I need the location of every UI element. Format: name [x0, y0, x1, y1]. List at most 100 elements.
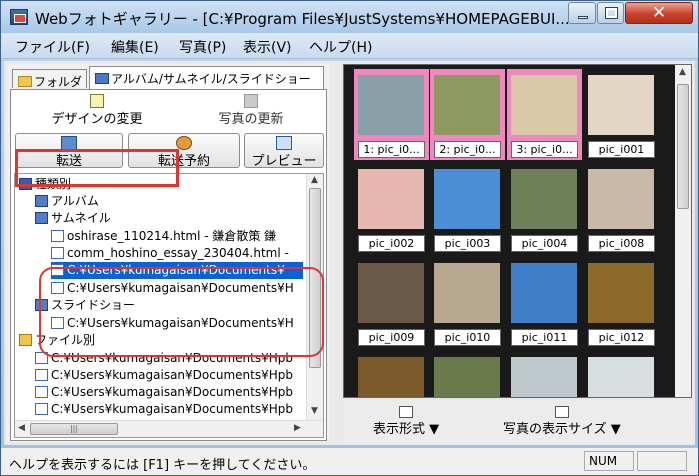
thumbnail-item[interactable]: pic_i012 [584, 257, 659, 348]
thumbnail-item[interactable] [584, 351, 659, 397]
thumbnail-item[interactable]: pic_i003 [430, 163, 505, 254]
close-button[interactable]: ✕ [625, 2, 693, 24]
tab-folder[interactable]: フォルダ [12, 69, 87, 88]
thumbnail-item[interactable]: pic_i011 [507, 257, 582, 348]
thumbnail-item[interactable] [507, 351, 582, 397]
gallery-toolbar: 表示形式 ▼ 写真の表示サイズ ▼ [343, 400, 692, 444]
thumbnail-label: 1: pic_i0... [358, 141, 425, 158]
thumbnail-item[interactable]: pic_i004 [507, 163, 582, 254]
folder-icon [19, 334, 32, 346]
scroll-left-icon[interactable]: ◀ [18, 423, 25, 433]
thumbnail-image [358, 75, 424, 135]
maximize-button[interactable] [597, 2, 624, 24]
preview-label: プレビュー [251, 154, 317, 169]
status-bar: ヘルプを表示するには [F1] キーを押してください。 NUM [1, 447, 698, 475]
tree-label: C:¥Users¥kumagaisan¥Documents¥Hpb [51, 385, 293, 399]
highlight-oval-thumbnail [39, 267, 324, 357]
thumbnail-label: pic_i010 [434, 329, 501, 346]
upload-icon [61, 136, 77, 150]
design-label: デザインの変更 [51, 112, 143, 127]
tree-node[interactable]: C:¥Users¥kumagaisan¥Documents¥Hpb [35, 367, 293, 384]
maximize-icon [605, 7, 618, 19]
tree-label: oshirase_110214.html - 鎌倉散策 鎌 [67, 229, 277, 243]
tab-content: デザインの変更 写真の更新 転送 転送予約 プレビュー 種類別 アルバム サムネ… [10, 89, 327, 441]
thumbnail-item[interactable] [354, 351, 429, 397]
display-format-button[interactable]: 表示形式 ▼ [373, 406, 439, 437]
tree-node[interactable]: C:¥Users¥kumagaisan¥Documents¥Hpb [35, 401, 293, 418]
thumbnail-label: pic_i009 [358, 329, 425, 346]
menu-file[interactable]: ファイル(F) [15, 37, 90, 57]
scroll-right-icon[interactable]: ▶ [294, 423, 301, 433]
thumbnail-image [434, 75, 500, 135]
menu-bar: ファイル(F) 編集(E) 写真(P) 表示(V) ヘルプ(H) [1, 33, 698, 59]
thumbnail-item[interactable] [430, 351, 505, 397]
tree-horizontal-thumb[interactable]: ||| [30, 423, 118, 435]
thumbnail-item[interactable]: pic_i009 [354, 257, 429, 348]
gallery-scrollbar[interactable]: ▲ [675, 65, 691, 397]
thumbnail-item[interactable]: pic_i010 [430, 257, 505, 348]
tab-album-label: アルバム/サムネイル/スライドショー [111, 72, 311, 86]
preview-button[interactable]: プレビュー [244, 133, 324, 169]
status-text: ヘルプを表示するには [F1] キーを押してください。 [9, 458, 316, 473]
thumbnail-image [511, 75, 577, 135]
title-bar[interactable]: Webフォトギャラリー - [C:¥Program Files¥JustSyst… [1, 1, 698, 33]
thumbnail-image [358, 263, 424, 323]
album-icon [35, 195, 48, 207]
thumbnail-image [511, 263, 577, 323]
page-icon [51, 247, 64, 259]
tab-album[interactable]: アルバム/サムネイル/スライドショー [89, 66, 324, 90]
tree-node[interactable]: C:¥Users¥kumagaisan¥Documents¥Hpb [35, 384, 293, 401]
thumbnail-image [588, 169, 654, 229]
close-icon: ✕ [651, 3, 667, 23]
thumbnail-label: 2: pic_i0... [434, 141, 501, 158]
design-change-button[interactable]: デザインの変更 [17, 94, 177, 128]
minimize-button[interactable] [568, 2, 596, 24]
app-icon[interactable] [10, 9, 28, 25]
thumbnail-label: pic_i012 [588, 329, 655, 346]
update-label: 写真の更新 [218, 112, 284, 127]
scroll-down-icon[interactable]: ▼ [311, 406, 318, 416]
display-size-button[interactable]: 写真の表示サイズ ▼ [503, 406, 621, 437]
num-lock-indicator: NUM [584, 451, 634, 471]
menu-edit[interactable]: 編集(E) [111, 37, 159, 57]
tree-label: comm_hoshino_essay_230404.html - [67, 246, 289, 260]
tree-node[interactable]: サムネイル [35, 210, 111, 227]
thumbnail-item[interactable]: pic_i008 [584, 163, 659, 254]
tree-node[interactable]: アルバム [35, 193, 99, 210]
pencil-icon [90, 94, 104, 108]
thumbnail-item[interactable]: 1: pic_i0... [354, 69, 429, 160]
gallery-scroll-thumb[interactable] [677, 84, 689, 209]
menu-help[interactable]: ヘルプ(H) [309, 37, 372, 57]
scroll-up-icon[interactable]: ▲ [311, 175, 318, 185]
tree-node[interactable]: oshirase_110214.html - 鎌倉散策 鎌 [51, 228, 276, 245]
photo-update-button[interactable]: 写真の更新 [181, 94, 321, 128]
thumbnail-label: pic_i002 [358, 235, 425, 252]
thumbnail-image [511, 357, 577, 397]
thumbnail-item[interactable]: 3: pic_i0... [507, 69, 582, 160]
clock-icon [176, 136, 192, 150]
thumbnail-label: pic_i008 [588, 235, 655, 252]
page-icon [35, 369, 48, 381]
page-icon [35, 386, 48, 398]
tree-label: C:¥Users¥kumagaisan¥Documents¥Hpb [51, 402, 293, 416]
thumbnail-image [434, 263, 500, 323]
thumbnail-image [358, 357, 424, 397]
thumbnail-image [434, 357, 500, 397]
photo-gallery[interactable]: 1: pic_i0... 2: pic_i0... 3: pic_i0... pic_… [343, 64, 692, 398]
page-icon [51, 230, 64, 242]
thumbnail-image [358, 169, 424, 229]
thumbnail-item[interactable]: pic_i001 [584, 69, 659, 160]
folder-icon [18, 76, 32, 87]
thumbnail-label: pic_i003 [434, 235, 501, 252]
tree-node[interactable]: comm_hoshino_essay_230404.html - [51, 245, 289, 262]
scroll-up-icon[interactable]: ▲ [679, 67, 686, 77]
thumbnail-item[interactable]: pic_i002 [354, 163, 429, 254]
tree-horizontal-scrollbar[interactable]: ◀ ||| ▶ [15, 420, 323, 437]
thumbnail-label: pic_i011 [511, 329, 578, 346]
tree-label: サムネイル [51, 211, 111, 225]
minimize-icon [578, 16, 588, 19]
preview-icon [276, 136, 292, 150]
thumbnail-item[interactable]: 2: pic_i0... [430, 69, 505, 160]
menu-photo[interactable]: 写真(P) [179, 37, 226, 57]
menu-view[interactable]: 表示(V) [243, 37, 292, 57]
